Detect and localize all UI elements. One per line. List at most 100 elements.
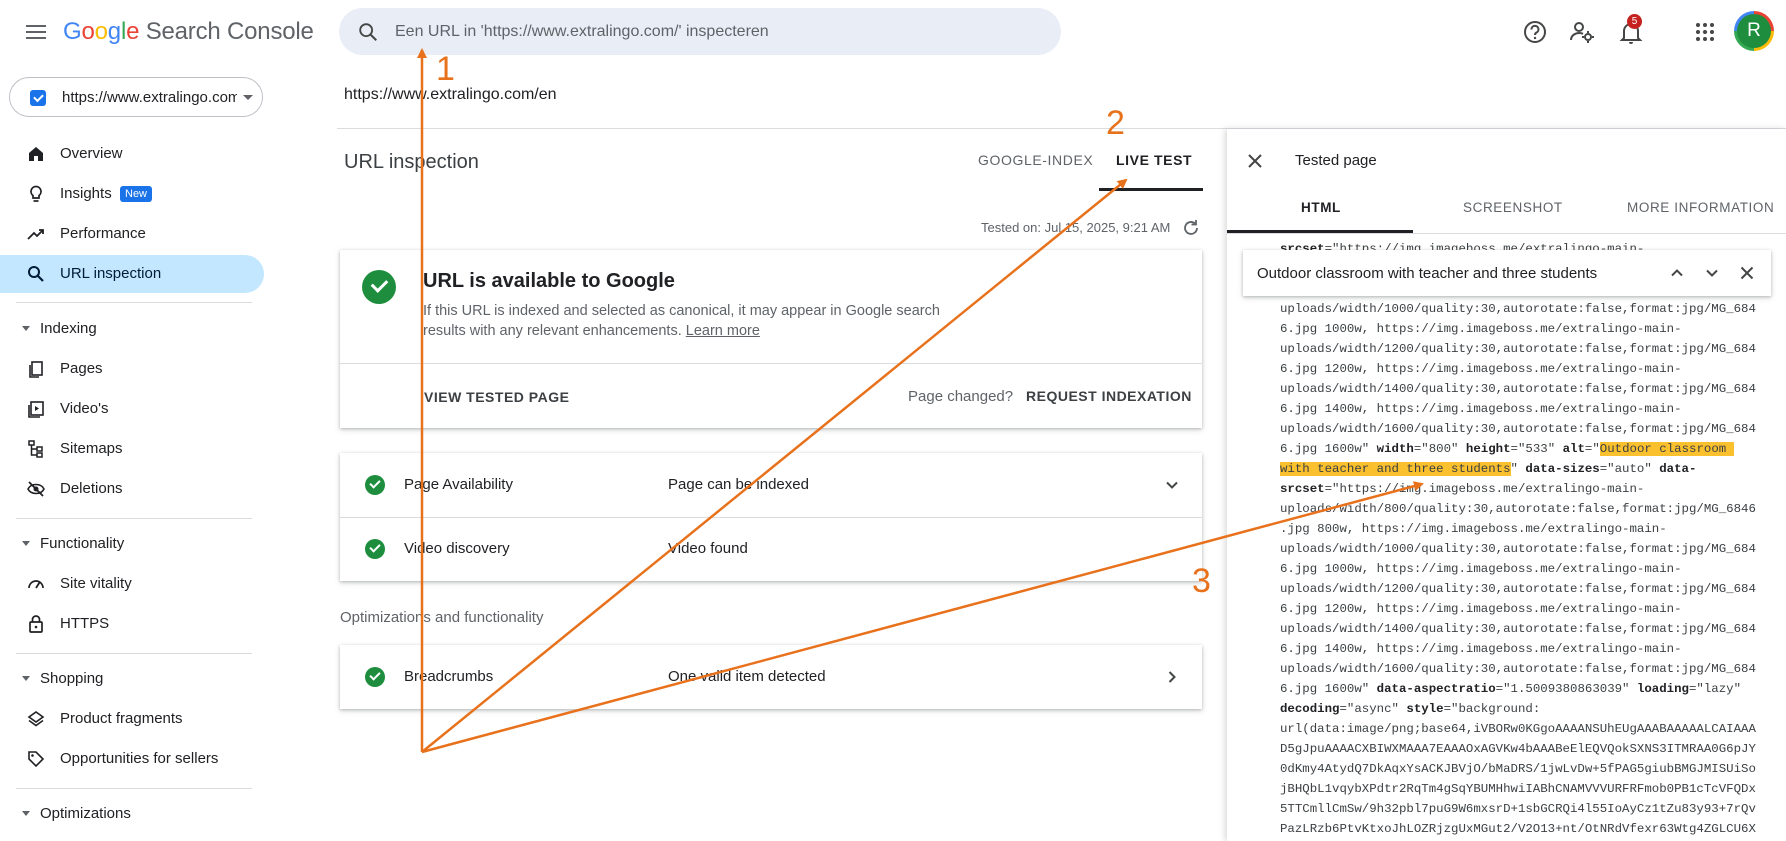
- check-circle-icon: [365, 539, 385, 559]
- availability-title: URL is available to Google: [423, 270, 675, 292]
- chevron-up-icon[interactable]: [1667, 263, 1687, 283]
- panel-title: Tested page: [1295, 152, 1377, 169]
- sidebar-divider: [16, 518, 252, 519]
- lock-icon: [29, 615, 43, 633]
- sidebar-item-https[interactable]: HTTPS: [0, 605, 264, 643]
- code-line: uploads/width/1600/quality:30,autorotate…: [1280, 659, 1776, 679]
- row-name: Video discovery: [404, 540, 510, 557]
- url-search-bar[interactable]: [339, 8, 1061, 55]
- sidebar-item-videos[interactable]: Video's: [0, 390, 264, 428]
- sidebar-item-pages[interactable]: Pages: [0, 350, 264, 388]
- sidebar-item-sitemaps[interactable]: Sitemaps: [0, 430, 264, 468]
- tab-screenshot[interactable]: SCREENSHOT: [1463, 200, 1563, 215]
- breadcrumbs-card: Breadcrumbs One valid item detected: [340, 645, 1202, 709]
- page-changed-label: Page changed?: [908, 388, 1014, 405]
- chevron-down-icon[interactable]: [1702, 263, 1722, 283]
- close-icon[interactable]: [1737, 263, 1757, 283]
- code-text: ="https://img.imageboss.me/extralingo-ma…: [1324, 482, 1645, 496]
- code-text: D5gJpuAAAACXBIWXMAAA7EAAAOxAGVKw4bAAABeE…: [1280, 742, 1756, 756]
- section-functionality[interactable]: Functionality: [0, 530, 264, 558]
- avatar[interactable]: R: [1734, 11, 1774, 51]
- code-text: uploads/width/1600/quality:30,autorotate…: [1280, 422, 1756, 436]
- apps-grid-icon[interactable]: [1690, 17, 1720, 47]
- code-text: ="1.5009380863039": [1495, 682, 1637, 696]
- sidebar-divider: [16, 788, 252, 789]
- sidebar-item-label: Site vitality: [60, 575, 132, 592]
- manage-users-icon[interactable]: [1567, 17, 1597, 47]
- code-line: 6.jpg 1400w, https://img.imageboss.me/ex…: [1280, 399, 1776, 419]
- code-attribute: width: [1376, 442, 1414, 456]
- chevron-down-icon[interactable]: [1162, 475, 1182, 495]
- refresh-icon[interactable]: [1181, 218, 1201, 238]
- sidebar-item-label: Insights: [60, 185, 112, 202]
- sidebar-item-url-inspection[interactable]: URL inspection: [0, 255, 264, 293]
- lightbulb-icon: [30, 185, 42, 202]
- code-line: uploads/width/1200/quality:30,autorotate…: [1280, 339, 1776, 359]
- code-text: ="background:: [1443, 702, 1541, 716]
- avatar-letter: R: [1737, 14, 1771, 48]
- code-line: 6.jpg 1400w, https://img.imageboss.me/ex…: [1280, 639, 1776, 659]
- request-indexation-button[interactable]: REQUEST INDEXATION: [1026, 388, 1192, 404]
- row-page-availability[interactable]: Page Availability Page can be indexed: [340, 453, 1202, 517]
- sidebar-item-insights[interactable]: Insights New: [0, 175, 264, 213]
- new-badge: New: [120, 186, 153, 202]
- row-breadcrumbs[interactable]: Breadcrumbs One valid item detected: [340, 645, 1202, 709]
- search-console-logo[interactable]: Google Search Console: [63, 18, 314, 46]
- code-line: .jpg 800w, https://img.imageboss.me/extr…: [1280, 519, 1776, 539]
- close-icon[interactable]: [1243, 149, 1267, 173]
- code-line: srcset="https://img.imageboss.me/extrali…: [1280, 479, 1776, 499]
- sidebar-item-product-fragments[interactable]: Product fragments: [0, 700, 264, 738]
- code-attribute: decoding: [1280, 702, 1340, 716]
- sidebar-item-label: Pages: [60, 360, 103, 377]
- tab-google-index[interactable]: GOOGLE-INDEX: [978, 152, 1093, 168]
- sidebar-item-overview[interactable]: Overview: [0, 135, 264, 173]
- section-indexing[interactable]: Indexing: [0, 315, 264, 343]
- section-optimizations[interactable]: Optimizations: [0, 800, 264, 828]
- tab-html[interactable]: HTML: [1301, 200, 1341, 215]
- sidebar-item-label: Performance: [60, 225, 146, 242]
- learn-more-link[interactable]: Learn more: [686, 323, 760, 339]
- sidebar-divider: [16, 302, 252, 303]
- search-match-highlight: with teacher and three students: [1280, 462, 1511, 476]
- url-inspect-input[interactable]: [395, 8, 1035, 55]
- code-text: .jpg 800w, https://img.imageboss.me/extr…: [1280, 522, 1667, 536]
- sidebar-item-label: HTTPS: [60, 615, 110, 632]
- property-selector[interactable]: https://www.extralingo.com/en: [9, 77, 263, 117]
- code-attribute: alt: [1562, 442, 1585, 456]
- chevron-right-icon[interactable]: [1162, 667, 1182, 687]
- sidebar-item-site-vitality[interactable]: Site vitality: [0, 565, 264, 603]
- sidebar-item-label: Video's: [60, 400, 109, 417]
- section-shopping[interactable]: Shopping: [0, 665, 264, 693]
- code-text: 6.jpg 1200w, https://img.imageboss.me/ex…: [1280, 602, 1682, 616]
- speedometer-icon: [28, 580, 44, 589]
- search-icon: [359, 23, 377, 41]
- annotation-number-1: 1: [436, 50, 455, 88]
- search-match-highlight: Outdoor classroom: [1599, 442, 1734, 456]
- code-line: uploads/width/1600/quality:30,autorotate…: [1280, 419, 1776, 439]
- html-source-view[interactable]: srcset="https://img.imageboss.me/extrali…: [1280, 239, 1776, 841]
- sidebar-item-performance[interactable]: Performance: [0, 215, 264, 253]
- code-line: uploads/width/1000/quality:30,autorotate…: [1280, 539, 1776, 559]
- tested-page-panel: Tested page HTML SCREENSHOT MORE INFORMA…: [1227, 129, 1786, 841]
- code-attribute: data-aspectratio: [1376, 682, 1496, 696]
- help-icon[interactable]: [1520, 17, 1550, 47]
- sidebar-item-deletions[interactable]: Deletions: [0, 470, 264, 508]
- code-line: uploads/width/1400/quality:30,autorotate…: [1280, 619, 1776, 639]
- row-name: Page Availability: [404, 476, 513, 493]
- view-tested-page-button[interactable]: VIEW TESTED PAGE: [424, 389, 569, 405]
- availability-description: If this URL is indexed and selected as c…: [423, 303, 940, 339]
- sidebar-item-opportunities-for-sellers[interactable]: Opportunities for sellers: [0, 740, 264, 778]
- find-input[interactable]: [1257, 250, 1637, 296]
- find-in-page-bar: [1243, 250, 1771, 296]
- tab-live-test[interactable]: LIVE TEST: [1116, 152, 1192, 168]
- row-video-discovery[interactable]: Video discovery Video found: [340, 517, 1202, 581]
- code-line: D5gJpuAAAACXBIWXMAAA7EAAAOxAGVKw4bAAABeE…: [1280, 739, 1776, 759]
- code-line: with teacher and three students" data-si…: [1280, 459, 1776, 479]
- code-text: 5TTCmllCmSw/9h32pbl7puG9W6mxsrD+1sbGCRQi…: [1280, 802, 1756, 816]
- annotation-number-3: 3: [1192, 562, 1211, 600]
- menu-icon[interactable]: [22, 18, 50, 46]
- optimizations-label: Optimizations and functionality: [340, 609, 544, 626]
- collapse-icon: [22, 541, 30, 546]
- visibility-off-icon: [27, 481, 45, 497]
- tab-more-information[interactable]: MORE INFORMATION: [1627, 200, 1774, 215]
